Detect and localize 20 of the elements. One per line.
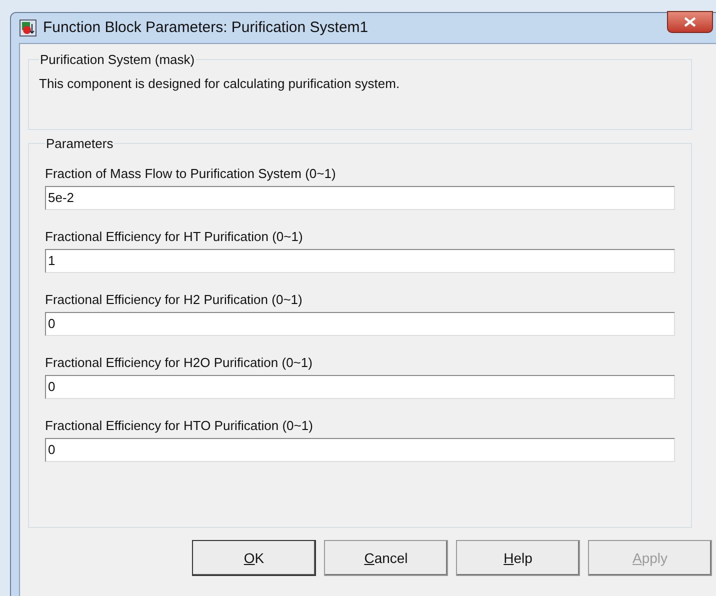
close-icon (684, 17, 696, 27)
dialog-button[interactable]: Help (456, 540, 580, 576)
dialog-button[interactable]: Cancel (324, 540, 448, 576)
window-title: Function Block Parameters: Purification System1 (43, 18, 368, 38)
dialog-button[interactable]: OK (192, 540, 316, 576)
field-label: Fractional Efficiency for HT Purification (0~1) (45, 228, 304, 246)
group-title: Purification System (mask) (39, 51, 196, 69)
input-field[interactable]: 5e-2 (45, 186, 675, 210)
field-label: Fractional Efficiency for H2 Purification (0~1) (45, 290, 304, 309)
input-field[interactable]: 0 (45, 438, 675, 462)
input-field[interactable]: 0 (45, 374, 675, 398)
group-title: Parameters (45, 135, 114, 153)
field-label: Fraction of Mass Flow to Purification System (0~1) (45, 164, 337, 183)
field-label: Fractional Efficiency for H2O Purification (0~1) (45, 354, 314, 372)
field-label: Fractional Efficiency for HTO Purification (0~1) (45, 416, 314, 435)
close-button[interactable] (667, 11, 713, 33)
block-icon (19, 19, 37, 37)
input-field[interactable]: 1 (45, 248, 675, 272)
description-text: This component is designed for calculating purification system. (39, 74, 401, 93)
input-field[interactable]: 0 (45, 312, 675, 336)
